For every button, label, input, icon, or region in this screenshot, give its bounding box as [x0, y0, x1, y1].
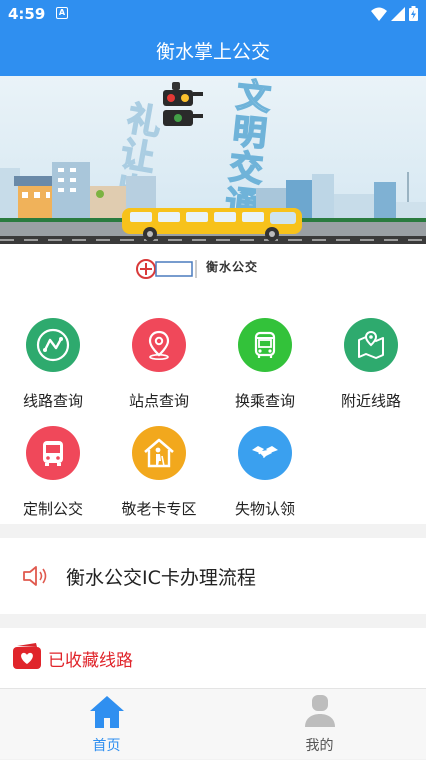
bus-icon	[26, 426, 80, 480]
notice-ic-card[interactable]: 衡水公交IC卡办理流程	[0, 538, 426, 614]
banner-illustration: 礼让出行 文明交通	[0, 76, 426, 244]
company-logo-text: 衡水公交	[206, 260, 259, 274]
location-pin-icon	[132, 318, 186, 372]
bottom-tab-bar: 首页 我的	[0, 688, 426, 759]
status-time: 4:59	[8, 5, 46, 23]
battery-icon	[409, 6, 418, 21]
notice-text: 衡水公交IC卡办理流程	[66, 567, 256, 589]
status-bar: 4:59 A	[0, 0, 426, 28]
company-logo-strip: 衡水公交	[0, 244, 426, 296]
favorite-routes-label: 已收藏线路	[48, 651, 133, 671]
menu-senior-card[interactable]: 敬老卡专区	[106, 404, 212, 518]
tab-label: 我的	[305, 738, 334, 754]
favorite-routes[interactable]: 已收藏线路	[0, 628, 426, 688]
tab-mine[interactable]: 我的	[213, 689, 426, 760]
function-grid: 线路查询 站点查询 换乘查询 附近线路 定制公交 敬老卡专区 失物认领	[0, 296, 426, 524]
notification-icon: A	[56, 7, 68, 19]
app-bar: 衡水掌上公交	[0, 28, 426, 76]
page-title: 衡水掌上公交	[155, 41, 270, 63]
speaker-icon	[23, 566, 47, 586]
menu-stop-query[interactable]: 站点查询	[106, 296, 212, 410]
home-icon	[90, 696, 124, 728]
menu-label: 敬老卡专区	[121, 500, 197, 518]
map-pin-icon	[344, 318, 398, 372]
tab-label: 首页	[92, 738, 121, 754]
menu-lost-found[interactable]: 失物认领	[212, 404, 318, 518]
menu-label: 附近线路	[340, 392, 401, 410]
menu-custom-bus[interactable]: 定制公交	[0, 404, 106, 518]
route-icon	[26, 318, 80, 372]
handshake-icon	[238, 426, 292, 480]
menu-transfer-query[interactable]: 换乘查询	[212, 296, 318, 410]
menu-label: 定制公交	[22, 500, 83, 518]
menu-nearby-routes[interactable]: 附近线路	[318, 296, 424, 410]
menu-label: 失物认领	[234, 500, 295, 518]
banner-image[interactable]: 礼让出行 文明交通	[0, 76, 426, 244]
wifi-icon	[371, 7, 387, 21]
status-icons	[371, 6, 418, 21]
tab-home[interactable]: 首页	[0, 689, 213, 760]
menu-route-query[interactable]: 线路查询	[0, 296, 106, 410]
heart-wallet-icon	[13, 643, 41, 669]
profile-icon	[305, 695, 335, 727]
bus-front-icon	[238, 318, 292, 372]
signal-icon	[391, 6, 405, 21]
elderly-home-icon	[132, 426, 186, 480]
